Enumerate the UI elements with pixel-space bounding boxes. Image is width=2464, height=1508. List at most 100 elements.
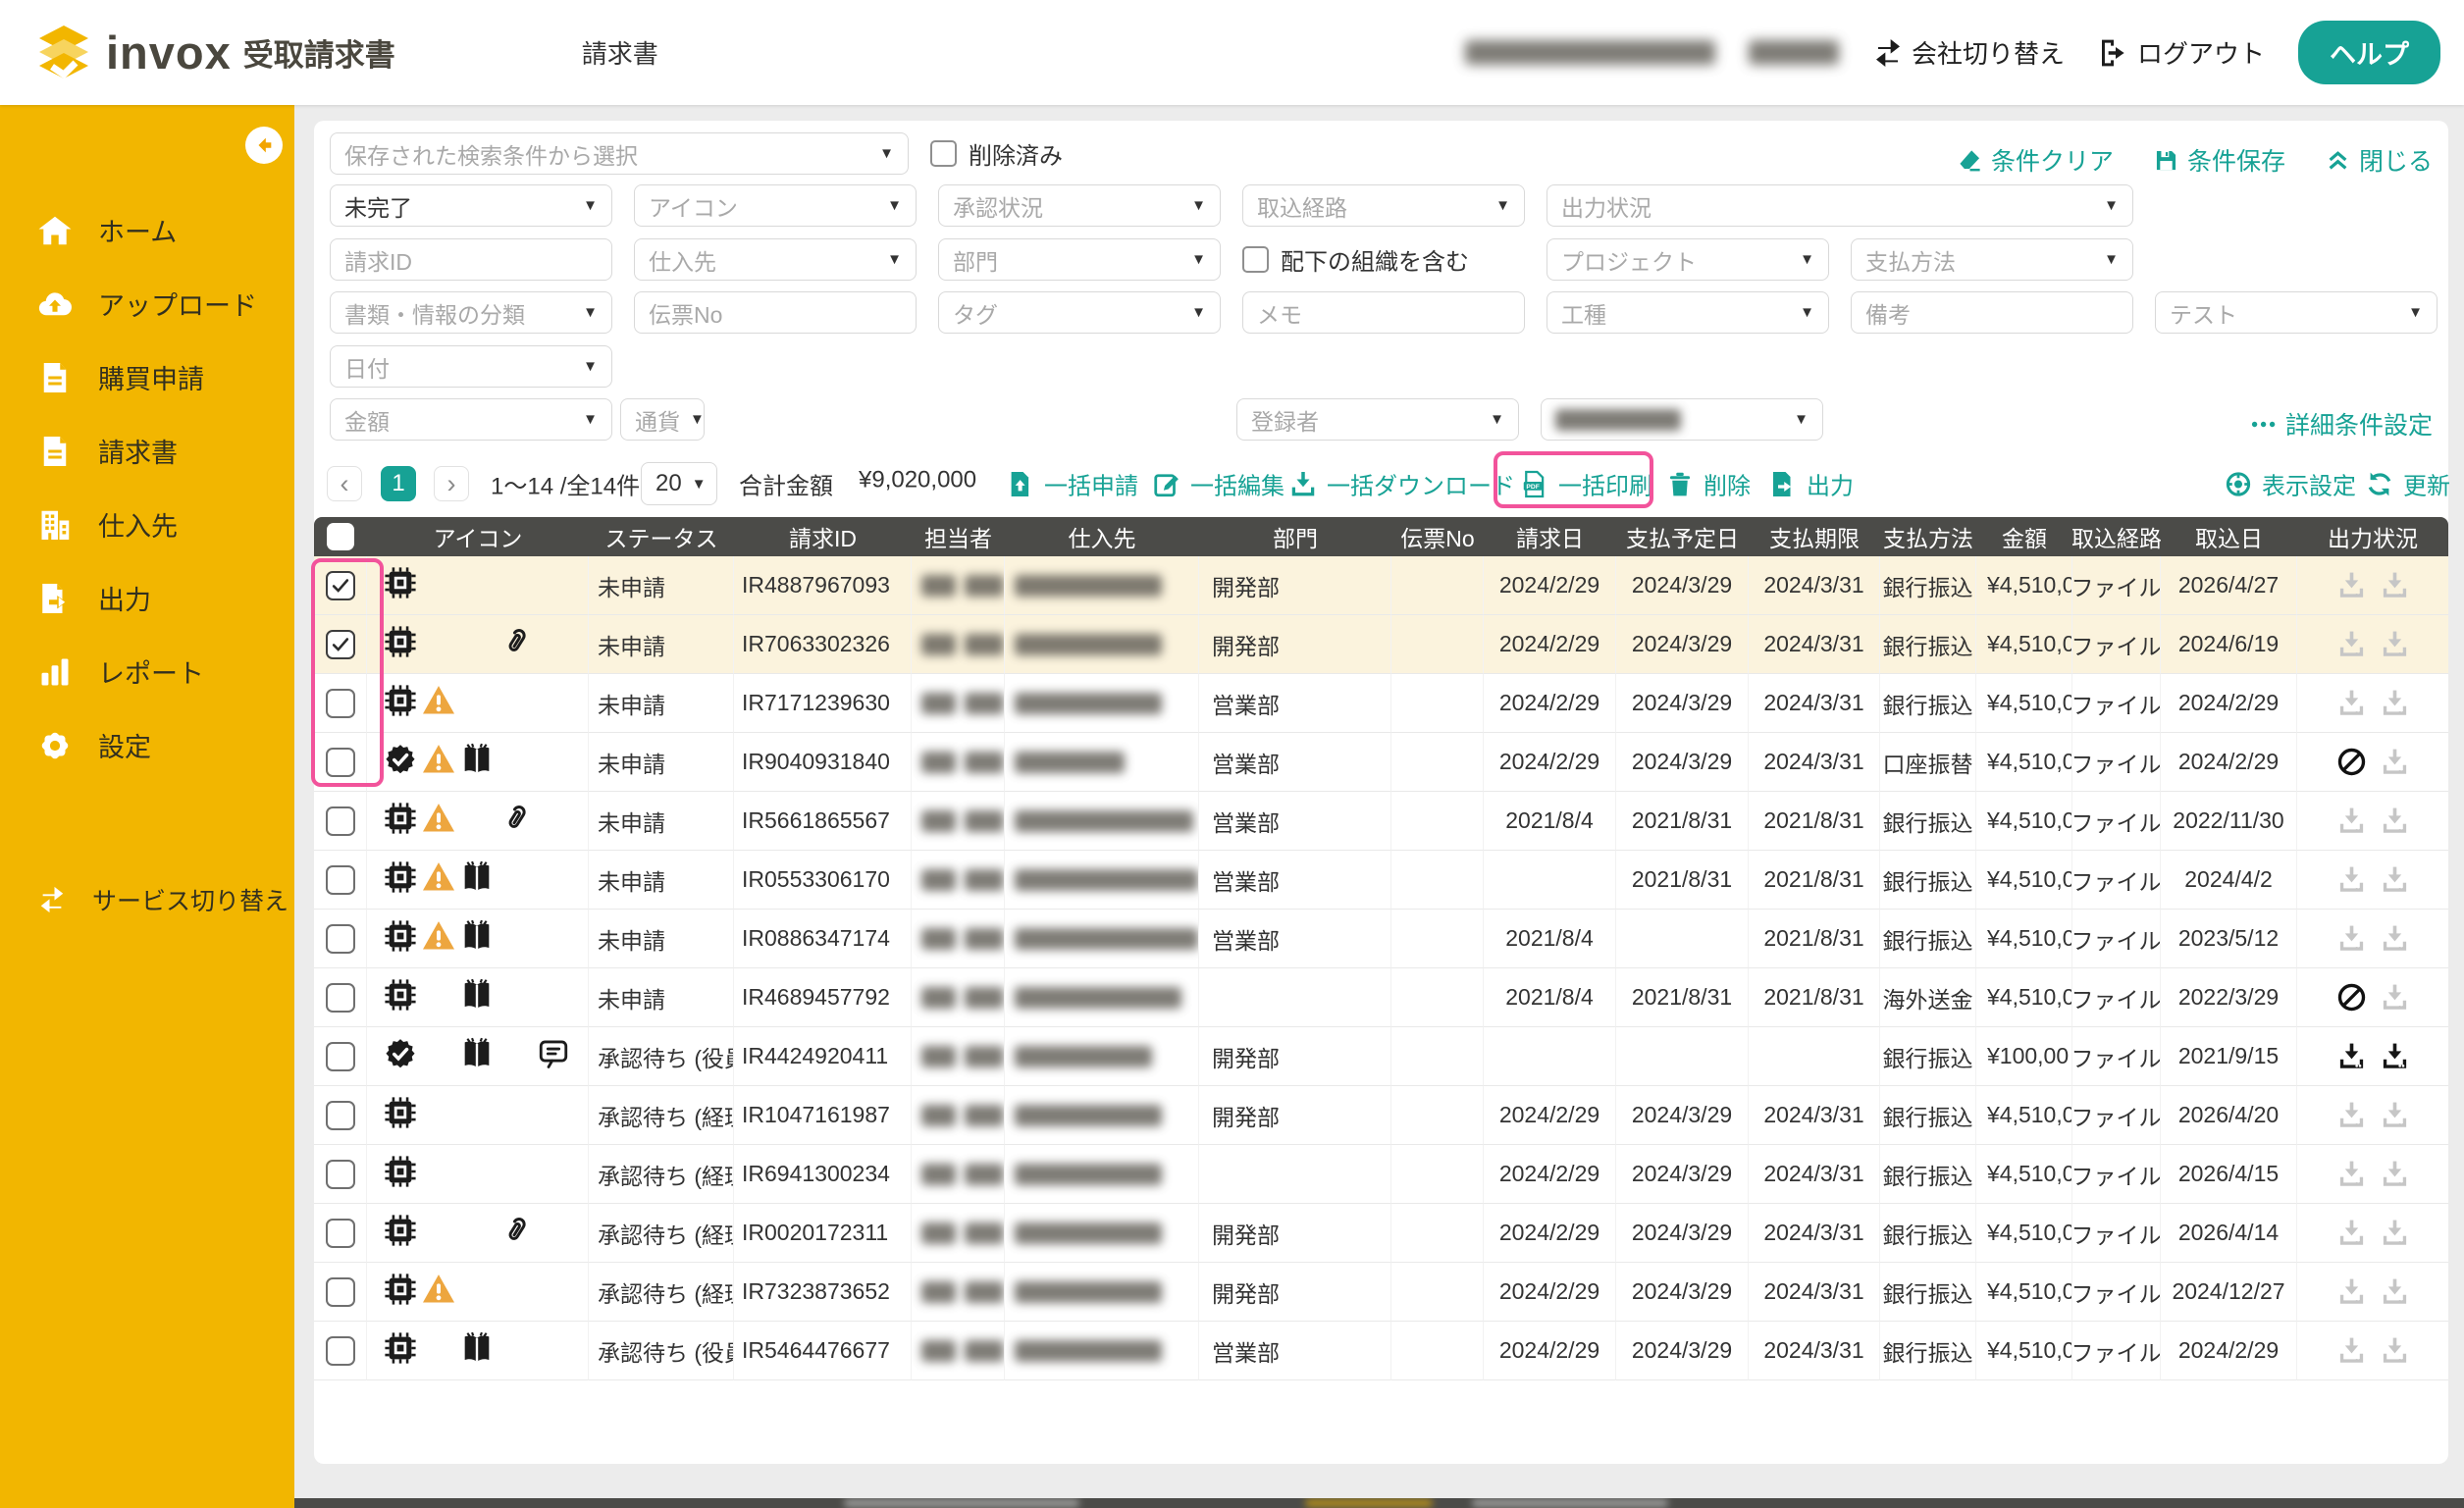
registrant-select[interactable]: 登録者 ▼	[1236, 398, 1519, 441]
refresh-button[interactable]: 更新	[2365, 467, 2450, 501]
table-row[interactable]: 未申請 IR7063302326 開発部 2024/2/29 2024/3/29…	[314, 615, 2448, 674]
select-all-checkbox[interactable]	[314, 517, 367, 556]
department-select[interactable]: 部門 ▼	[938, 238, 1221, 281]
sidebar-item-invoice[interactable]: 請求書	[0, 414, 294, 488]
output-status-cell[interactable]	[2297, 674, 2448, 733]
logout-button[interactable]: ログアウト	[2098, 34, 2265, 71]
sidebar-collapse-button[interactable]	[245, 127, 283, 164]
row-checkbox[interactable]	[314, 792, 367, 851]
date-select[interactable]: 日付 ▼	[330, 345, 612, 388]
invoice-id-input[interactable]: 請求ID	[330, 238, 612, 281]
output-status-cell[interactable]	[2297, 1204, 2448, 1263]
table-row[interactable]: 未申請 IR4689457792 2021/8/4 2021/8/31 2021…	[314, 968, 2448, 1027]
registrant-value-select[interactable]: ▼	[1541, 398, 1823, 441]
view-settings-button[interactable]: 表示設定	[2224, 467, 2356, 501]
table-row[interactable]: 未申請 IR4887967093 開発部 2024/2/29 2024/3/29…	[314, 556, 2448, 615]
sidebar-item-export[interactable]: 出力	[0, 561, 294, 635]
table-row[interactable]: 未申請 IR0553306170 営業部 2021/8/31 2021/8/31…	[314, 851, 2448, 910]
pay-method-select[interactable]: 支払方法 ▼	[1851, 238, 2133, 281]
output-status-cell[interactable]	[2297, 968, 2448, 1027]
row-checkbox[interactable]	[314, 1086, 367, 1145]
sidebar-item-report[interactable]: レポート	[0, 635, 294, 708]
row-checkbox[interactable]	[314, 674, 367, 733]
table-row[interactable]: 承認待ち (役員 IR4424920411 開発部 銀行振込 ¥100,00 フ…	[314, 1027, 2448, 1086]
import-route-select[interactable]: 取込経路 ▼	[1242, 184, 1525, 227]
table-row[interactable]: 未申請 IR7171239630 営業部 2024/2/29 2024/3/29…	[314, 674, 2448, 733]
bulk-edit-button[interactable]: 一括編集	[1152, 467, 1284, 501]
project-select[interactable]: プロジェクト ▼	[1547, 238, 1829, 281]
bulk-apply-button[interactable]: 一括申請	[1006, 467, 1138, 501]
row-checkbox[interactable]	[314, 1027, 367, 1086]
doc-class-select[interactable]: 書類・情報の分類 ▼	[330, 291, 612, 334]
saved-search-select[interactable]: 保存された検索条件から選択 ▼	[330, 132, 909, 175]
output-status-cell[interactable]	[2297, 792, 2448, 851]
output-status-cell[interactable]	[2297, 851, 2448, 910]
next-page-button[interactable]: ›	[434, 466, 469, 501]
test-select[interactable]: テスト ▼	[2155, 291, 2438, 334]
row-checkbox[interactable]	[314, 1145, 367, 1204]
output-status-cell[interactable]	[2297, 1027, 2448, 1086]
brand[interactable]: invox 受取請求書	[35, 24, 395, 82]
save-conditions-button[interactable]: 条件保存	[2153, 142, 2285, 178]
per-page-select[interactable]: 20 ▼	[641, 462, 717, 505]
row-checkbox[interactable]	[314, 1322, 367, 1380]
output-status-cell[interactable]	[2297, 1322, 2448, 1380]
table-row[interactable]: 未申請 IR0886347174 営業部 2021/8/4 2021/8/31 …	[314, 910, 2448, 968]
row-checkbox[interactable]	[314, 1263, 367, 1322]
amount-select[interactable]: 金額 ▼	[330, 398, 612, 441]
row-checkbox[interactable]	[314, 968, 367, 1027]
output-status-cell[interactable]	[2297, 615, 2448, 674]
slip-no-input[interactable]: 伝票No	[634, 291, 917, 334]
icon-filter-select[interactable]: アイコン ▼	[634, 184, 917, 227]
supplier-select[interactable]: 仕入先 ▼	[634, 238, 917, 281]
scheduled-date-cell: 2024/3/29	[1616, 556, 1749, 615]
table-row[interactable]: 承認待ち (経理 IR6941300234 2024/2/29 2024/3/2…	[314, 1145, 2448, 1204]
output-status-cell[interactable]	[2297, 910, 2448, 968]
sidebar-item-upload[interactable]: アップロード	[0, 267, 294, 340]
note-input[interactable]: 備考	[1851, 291, 2133, 334]
row-checkbox[interactable]	[314, 851, 367, 910]
currency-select[interactable]: 通貨 ▼	[620, 398, 705, 441]
prev-page-button[interactable]: ‹	[327, 466, 362, 501]
bulk-print-button[interactable]: PDF 一括印刷	[1520, 467, 1652, 501]
tag-select[interactable]: タグ ▼	[938, 291, 1221, 334]
deleted-checkbox[interactable]: 削除済み	[930, 136, 1213, 171]
sidebar-item-service-switch[interactable]: サービス切り替え	[0, 862, 294, 936]
delete-button[interactable]: 削除	[1665, 467, 1751, 501]
sidebar-item-purchase-request[interactable]: 購買申請	[0, 340, 294, 414]
output-status-cell[interactable]	[2297, 1086, 2448, 1145]
table-row[interactable]: 承認待ち (経理 IR7323873652 開発部 2024/2/29 2024…	[314, 1263, 2448, 1322]
advanced-conditions-button[interactable]: 詳細条件設定	[2251, 406, 2433, 442]
work-type-select[interactable]: 工種 ▼	[1547, 291, 1829, 334]
completion-status-select[interactable]: 未完了 ▼	[330, 184, 612, 227]
close-filters-button[interactable]: 閉じる	[2325, 142, 2433, 178]
table-row[interactable]: 承認待ち (役員 IR5464476677 営業部 2024/2/29 2024…	[314, 1322, 2448, 1380]
output-status-cell[interactable]	[2297, 1263, 2448, 1322]
company-switch-button[interactable]: 会社切り替え	[1872, 34, 2065, 71]
output-status-select[interactable]: 出力状況 ▼	[1547, 184, 2133, 227]
export-button[interactable]: 出力	[1768, 467, 1854, 501]
page-1-button[interactable]: 1	[381, 466, 416, 501]
row-checkbox[interactable]	[314, 910, 367, 968]
table-row[interactable]: 未申請 IR5661865567 営業部 2021/8/4 2021/8/31 …	[314, 792, 2448, 851]
row-checkbox[interactable]	[314, 615, 367, 674]
table-row[interactable]: 承認待ち (経理 IR1047161987 開発部 2024/2/29 2024…	[314, 1086, 2448, 1145]
output-status-cell[interactable]	[2297, 733, 2448, 792]
table-row[interactable]: 未申請 IR9040931840 営業部 2024/2/29 2024/3/29…	[314, 733, 2448, 792]
sidebar-item-settings[interactable]: 設定	[0, 708, 294, 782]
row-checkbox[interactable]	[314, 733, 367, 792]
memo-input[interactable]: メモ	[1242, 291, 1525, 334]
bulk-download-button[interactable]: 一括ダウンロード	[1288, 467, 1515, 501]
row-checkbox[interactable]	[314, 556, 367, 615]
row-checkbox[interactable]	[314, 1204, 367, 1263]
table-row[interactable]: 承認待ち (経理 IR0020172311 開発部 2024/2/29 2024…	[314, 1204, 2448, 1263]
sidebar-item-supplier[interactable]: 仕入先	[0, 488, 294, 561]
approval-status-select[interactable]: 承認状況 ▼	[938, 184, 1221, 227]
help-button[interactable]: ヘルプ	[2298, 21, 2440, 84]
include-sub-org-checkbox[interactable]: 配下の組織を含む	[1242, 242, 1525, 277]
sidebar-item-home[interactable]: ホーム	[0, 193, 294, 267]
output-status-cell[interactable]	[2297, 556, 2448, 615]
output-status-cell[interactable]	[2297, 1145, 2448, 1204]
clear-conditions-button[interactable]: 条件クリア	[1957, 142, 2114, 178]
topnav-invoice[interactable]: 請求書	[582, 34, 658, 71]
